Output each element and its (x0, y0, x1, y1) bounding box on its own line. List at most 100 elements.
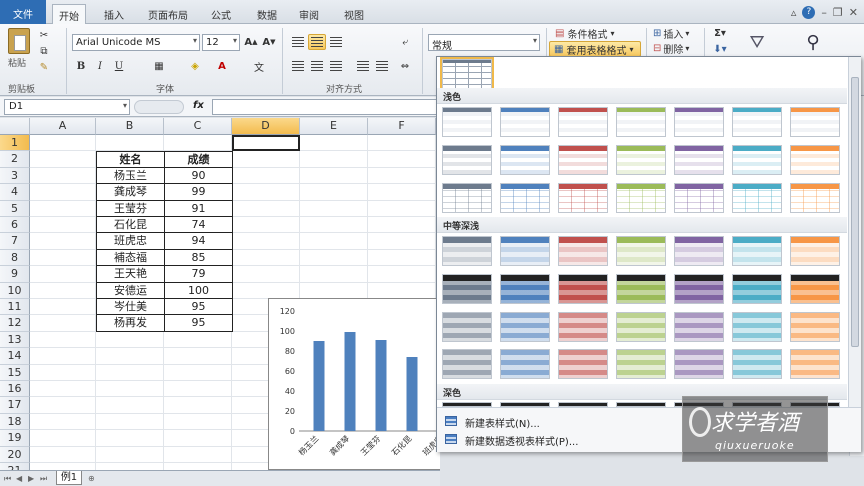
row-header[interactable]: 8 (0, 249, 30, 267)
table-style-swatch[interactable] (500, 183, 550, 213)
table-style-swatch[interactable] (732, 236, 782, 266)
row-header[interactable]: 7 (0, 233, 30, 250)
tab-data[interactable]: 数据 (251, 4, 283, 24)
prev-sheet-icon[interactable]: ◀ (16, 474, 22, 483)
table-cell[interactable]: 石化昆 (96, 217, 165, 234)
row-header[interactable]: 18 (0, 413, 30, 431)
table-style-swatch[interactable] (558, 107, 608, 137)
table-cell[interactable]: 安德运 (96, 282, 165, 299)
row-header[interactable]: 19 (0, 430, 30, 447)
align-left-icon[interactable] (289, 58, 307, 74)
table-style-swatch[interactable] (500, 145, 550, 175)
table-cell[interactable]: 95 (164, 299, 233, 316)
gallery-scroll-thumb[interactable] (851, 77, 859, 347)
font-name-select[interactable]: Arial Unicode MS ▾ (72, 34, 200, 51)
row-header[interactable]: 2 (0, 151, 30, 168)
table-style-swatch[interactable] (790, 349, 840, 379)
find-select-icon[interactable]: ⚲ (796, 28, 830, 56)
table-style-swatch[interactable] (616, 183, 666, 213)
table-style-swatch[interactable] (442, 183, 492, 213)
shrink-font-icon[interactable]: A ▼ (261, 34, 277, 50)
table-style-swatch[interactable] (732, 312, 782, 342)
formula-bar-handle[interactable] (134, 100, 184, 114)
column-header-selected[interactable]: D (232, 118, 300, 135)
table-style-swatch[interactable] (790, 183, 840, 213)
insert-cells-button[interactable]: ⊞ 插入 ▾ (650, 26, 702, 41)
table-style-swatch[interactable] (790, 145, 840, 175)
table-style-swatch[interactable] (558, 145, 608, 175)
table-style-swatch[interactable] (616, 107, 666, 137)
row-header[interactable]: 17 (0, 397, 30, 414)
table-cell[interactable]: 岑仕美 (96, 299, 165, 316)
table-cell[interactable]: 90 (164, 167, 233, 185)
table-cell[interactable]: 100 (164, 282, 233, 299)
font-size-select[interactable]: 12 ▾ (202, 34, 240, 51)
table-cell[interactable]: 班虎忠 (96, 233, 165, 250)
table-style-swatch[interactable] (674, 236, 724, 266)
merge-center-icon[interactable]: ⇔ (396, 58, 414, 74)
table-style-swatch[interactable] (732, 274, 782, 304)
align-bottom-icon[interactable] (327, 34, 345, 50)
table-cell[interactable]: 95 (164, 315, 233, 332)
table-cell[interactable]: 79 (164, 266, 233, 283)
copy-icon[interactable]: ⧉ (36, 44, 52, 58)
column-header[interactable]: C (164, 118, 232, 135)
insert-sheet-icon[interactable]: ⊕ (88, 474, 95, 483)
font-color-icon[interactable]: A (213, 58, 231, 74)
table-style-swatch[interactable] (790, 236, 840, 266)
align-middle-icon[interactable] (308, 34, 326, 50)
tab-home[interactable]: 开始 (52, 4, 86, 24)
minimize-ribbon-icon[interactable]: ▵ (791, 6, 797, 19)
table-style-swatch[interactable] (442, 349, 492, 379)
table-style-swatch[interactable] (674, 145, 724, 175)
table-style-swatch[interactable] (500, 107, 550, 137)
worksheet-grid[interactable]: A B C D E F 1 2 3 4 5 6 7 8 9 10 11 12 13 14 15 16 17 18 1… (0, 118, 440, 470)
row-header[interactable]: 4 (0, 184, 30, 201)
table-style-swatch[interactable] (674, 349, 724, 379)
table-style-swatch[interactable] (616, 274, 666, 304)
column-header[interactable]: B (96, 118, 164, 135)
paste-icon[interactable] (8, 28, 30, 54)
cut-icon[interactable]: ✂ (36, 28, 52, 42)
align-top-icon[interactable] (289, 34, 307, 50)
table-style-swatch[interactable] (790, 107, 840, 137)
row-header[interactable]: 15 (0, 364, 30, 381)
format-as-table-button[interactable]: ▦ 套用表格格式 ▾ (549, 41, 641, 57)
increase-indent-icon[interactable] (373, 58, 391, 74)
table-style-swatch[interactable] (558, 274, 608, 304)
table-cell[interactable]: 杨再发 (96, 315, 165, 332)
table-style-swatch[interactable] (442, 236, 492, 266)
row-header[interactable]: 5 (0, 200, 30, 217)
table-cell[interactable]: 王莹芬 (96, 200, 165, 217)
row-header[interactable]: 9 (0, 266, 30, 283)
format-painter-icon[interactable]: ✎ (36, 60, 52, 74)
row-header[interactable]: 11 (0, 299, 30, 316)
table-style-swatch[interactable] (558, 349, 608, 379)
select-all-corner[interactable] (0, 118, 30, 135)
column-header[interactable]: E (300, 118, 368, 135)
column-header[interactable]: A (30, 118, 96, 135)
table-style-swatch[interactable] (558, 312, 608, 342)
phonetic-icon[interactable]: 文 (250, 58, 268, 74)
first-sheet-icon[interactable]: ⏮ (4, 474, 11, 484)
row-header[interactable]: 12 (0, 315, 30, 332)
table-header-cell[interactable]: 姓名 (96, 151, 165, 168)
table-cell[interactable]: 王天艳 (96, 266, 165, 283)
row-header[interactable]: 13 (0, 331, 30, 349)
tab-formulas[interactable]: 公式 (205, 4, 237, 24)
table-cell[interactable]: 85 (164, 249, 233, 267)
table-cell[interactable]: 補态福 (96, 249, 165, 267)
table-style-swatch[interactable] (442, 312, 492, 342)
table-style-swatch[interactable] (674, 312, 724, 342)
table-cell[interactable]: 94 (164, 233, 233, 250)
table-cell[interactable]: 91 (164, 200, 233, 217)
table-style-swatch[interactable] (500, 349, 550, 379)
table-style-swatch[interactable] (616, 145, 666, 175)
borders-icon[interactable]: ▦ (150, 58, 168, 74)
table-cell[interactable]: 杨玉兰 (96, 167, 165, 185)
table-style-swatch[interactable] (732, 349, 782, 379)
row-header[interactable]: 6 (0, 217, 30, 234)
formula-input[interactable] (212, 99, 442, 115)
table-style-swatch[interactable] (500, 312, 550, 342)
table-style-swatch[interactable] (442, 107, 492, 137)
